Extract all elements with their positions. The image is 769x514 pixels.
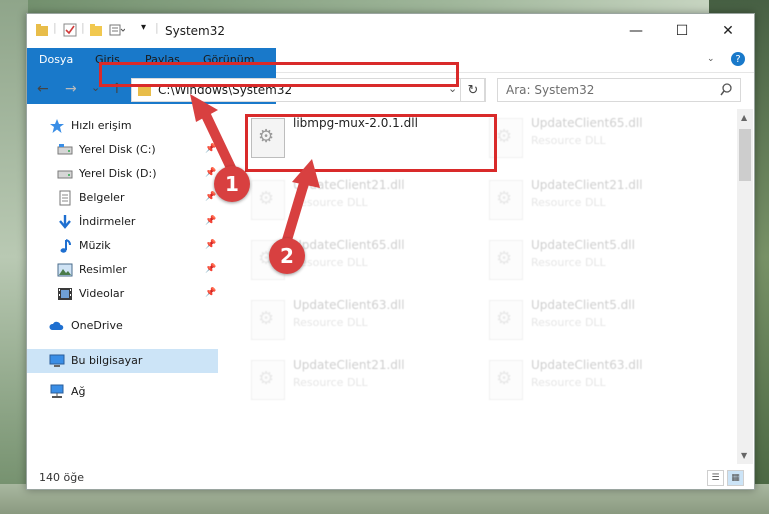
annotation-arrows xyxy=(190,94,320,245)
step-badge-1: 1 xyxy=(214,166,250,202)
arrow-1-shaft xyxy=(199,106,237,175)
arrow-2-shaft xyxy=(282,175,310,245)
step-badge-2: 2 xyxy=(269,238,305,274)
arrow-2-head xyxy=(292,159,320,188)
